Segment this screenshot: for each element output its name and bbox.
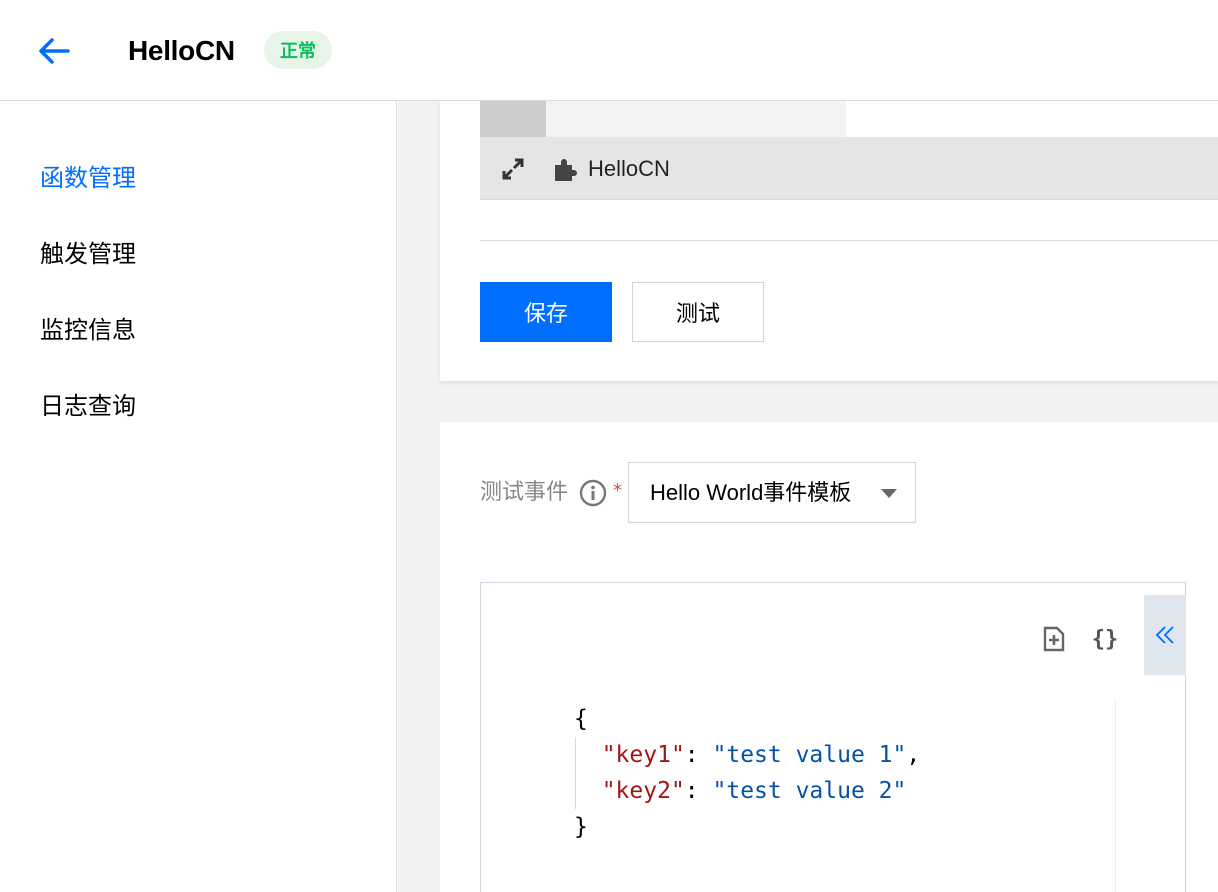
- sidebar-item-monitoring[interactable]: 监控信息: [40, 314, 136, 346]
- code-line: "key1": "test value 1",: [601, 742, 921, 768]
- editor-tab-strip: [480, 101, 846, 137]
- sidebar-item-trigger-management[interactable]: 触发管理: [40, 238, 136, 270]
- status-badge: 正常: [264, 31, 332, 69]
- page-title: HelloCN: [128, 35, 235, 66]
- code-line: {: [574, 706, 588, 732]
- test-event-select[interactable]: Hello World事件模板: [628, 462, 916, 523]
- code-editor-card: HelloCN 保存 测试: [440, 101, 1218, 381]
- test-event-select-value: Hello World事件模板: [650, 480, 852, 505]
- chevron-down-icon: [881, 489, 897, 498]
- header: HelloCN 正常: [0, 0, 1218, 101]
- double-chevron-left-icon: [1155, 626, 1174, 644]
- expand-icon[interactable]: [500, 156, 526, 182]
- editor-toolbar: HelloCN: [480, 137, 1218, 200]
- code-line: }: [574, 814, 588, 840]
- sidebar: 函数管理 触发管理 监控信息 日志查询: [0, 101, 397, 892]
- test-event-label: 测试事件: [480, 480, 569, 505]
- main-content: HelloCN 保存 测试 测试事件 * Hello World事件模板 {} …: [398, 101, 1218, 892]
- json-code: { "key1": "test value 1", "key2": "test …: [574, 701, 920, 845]
- divider: [480, 240, 1218, 241]
- puzzle-icon: [552, 156, 578, 182]
- required-mark: *: [613, 480, 622, 501]
- editor-tab[interactable]: [480, 101, 546, 137]
- sidebar-item-log-query[interactable]: 日志查询: [40, 390, 136, 422]
- editor-minimap: [1115, 699, 1145, 892]
- arrow-left-icon: [39, 38, 70, 64]
- test-event-card: 测试事件 * Hello World事件模板 {} {"key1": "tes…: [440, 422, 1218, 892]
- save-button[interactable]: 保存: [480, 282, 612, 342]
- info-icon[interactable]: [579, 479, 607, 507]
- format-json-icon[interactable]: {}: [1089, 623, 1121, 655]
- test-button[interactable]: 测试: [632, 282, 764, 342]
- sidebar-item-function-management[interactable]: 函数管理: [40, 162, 136, 194]
- editor-file-name[interactable]: HelloCN: [588, 154, 670, 184]
- new-file-icon[interactable]: [1038, 623, 1070, 655]
- back-button[interactable]: [36, 33, 72, 69]
- event-json-editor[interactable]: {} { "key1": "test value 1", "key2": "te…: [480, 582, 1186, 892]
- code-line: "key2": "test value 2": [601, 778, 907, 804]
- collapse-panel-button[interactable]: [1144, 595, 1186, 675]
